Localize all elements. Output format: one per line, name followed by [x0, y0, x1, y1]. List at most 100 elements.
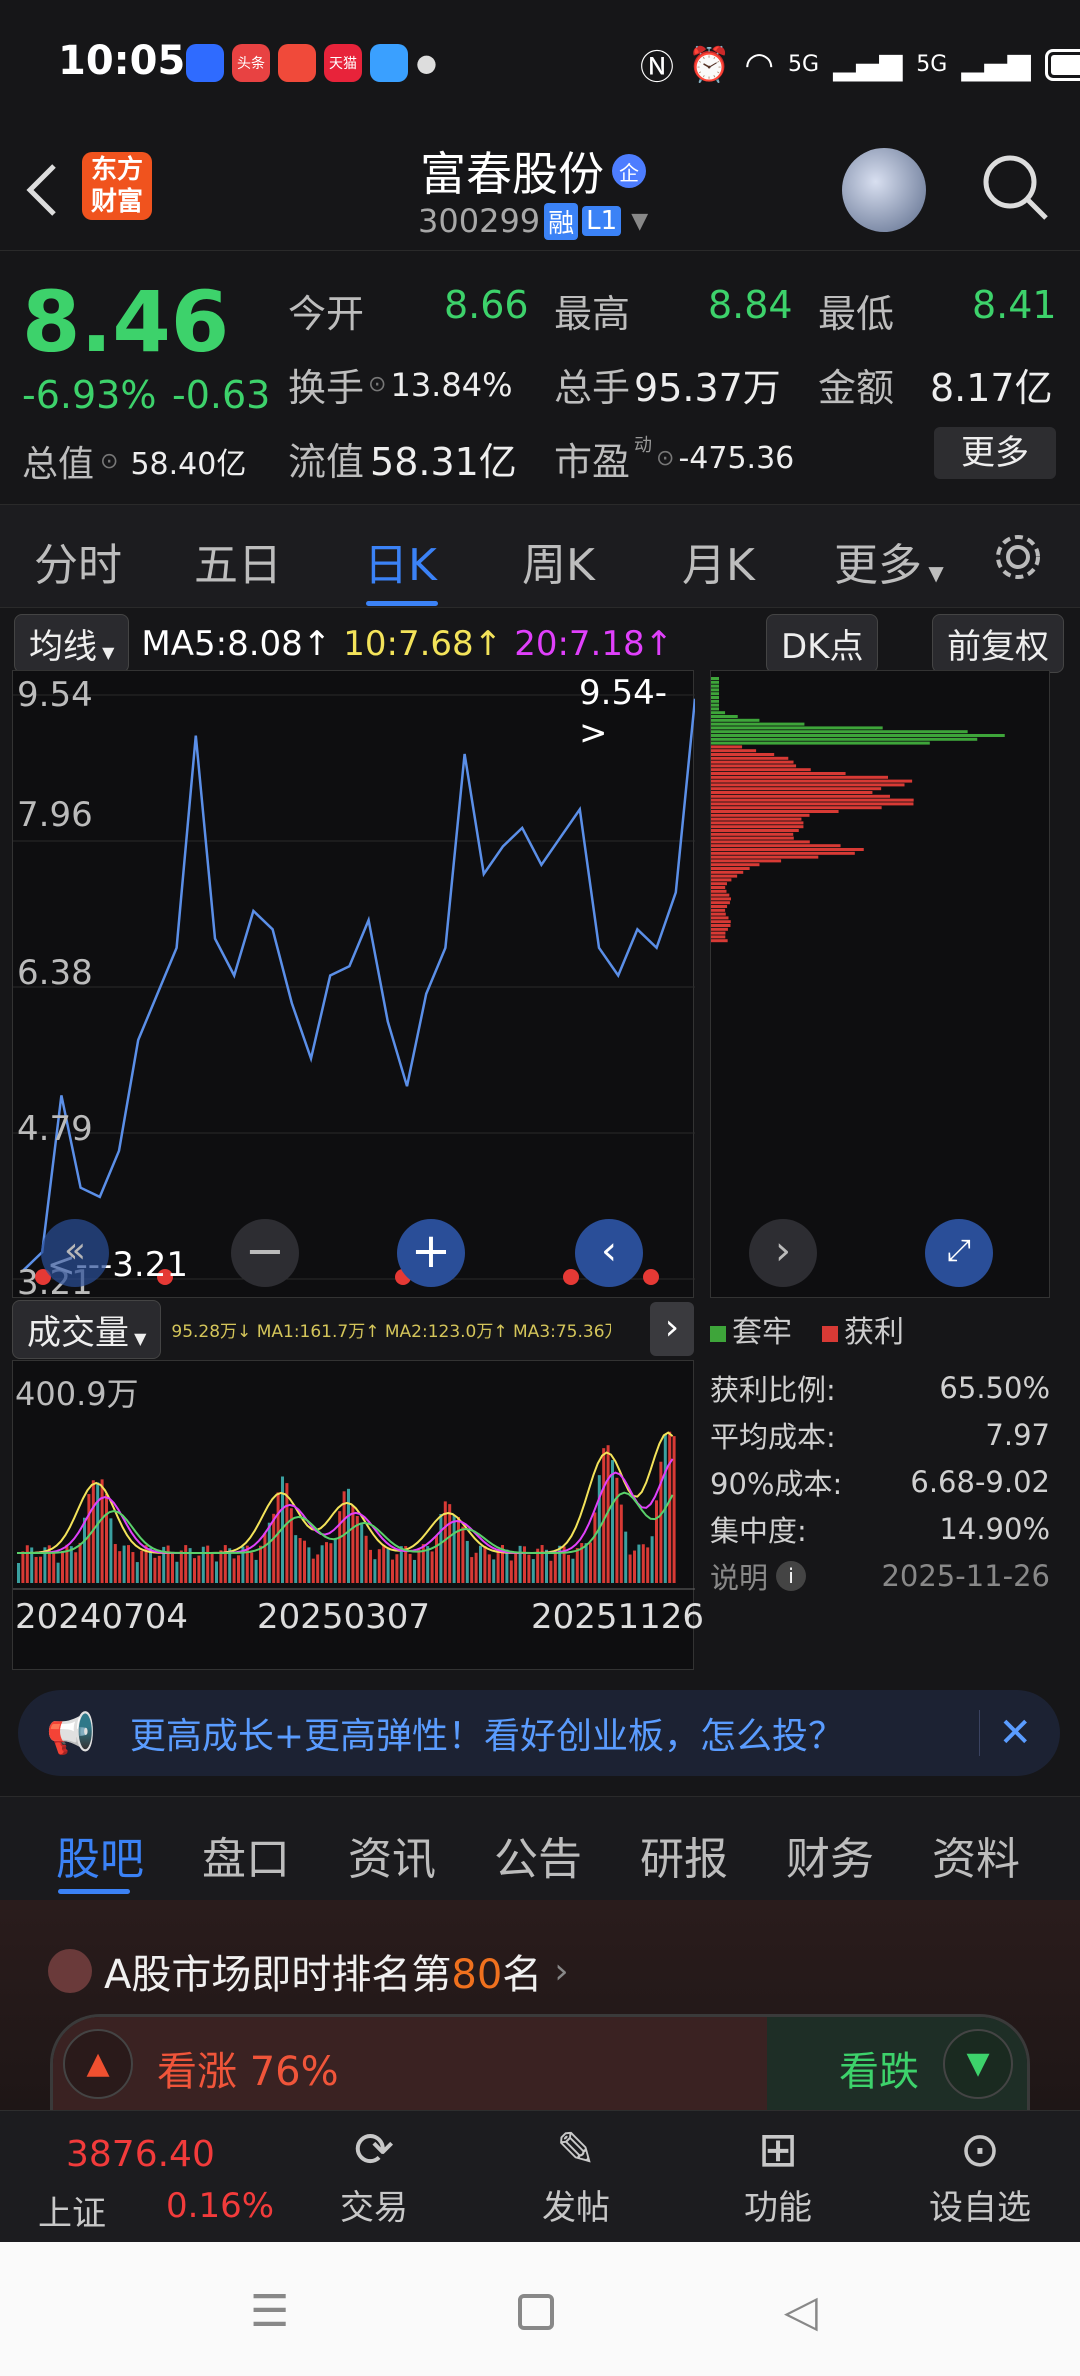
- nfc-icon: Ⓝ: [640, 48, 674, 88]
- nav-watchlist[interactable]: ⊙ 设自选: [900, 2120, 1060, 2229]
- pan-left-button[interactable]: ‹: [575, 1219, 643, 1287]
- promo-banner[interactable]: 📢 更高成长+更高弹性！看好创业板，怎么投？ ✕: [18, 1690, 1060, 1776]
- chip-bar-trapped: [711, 730, 968, 734]
- chip-bar-profit: [711, 939, 728, 943]
- volume-bar: [118, 1551, 122, 1583]
- settings-gear-icon[interactable]: [990, 529, 1046, 585]
- volume-bar: [140, 1550, 144, 1583]
- tab-research[interactable]: 研报: [640, 1823, 728, 1887]
- index-value[interactable]: 3876.40: [66, 2134, 215, 2175]
- info-dots-icon[interactable]: ⊙: [368, 372, 386, 397]
- chip-next-button[interactable]: ›: [749, 1219, 817, 1287]
- volume-toolbar: 成交量 ▼ 95.28万↓ MA1:161.7万↑ MA2:123.0万↑ MA…: [12, 1299, 694, 1359]
- tab-profile[interactable]: 资料: [932, 1823, 1020, 1887]
- volume-axis-top: 400.9万: [15, 1375, 139, 1413]
- volume-bar: [650, 1536, 654, 1583]
- chip-stat-row: 集中度: 14.90%: [710, 1505, 1050, 1552]
- volume-bar: [135, 1562, 139, 1583]
- chip-bar-trapped: [711, 677, 719, 680]
- vote-up-icon[interactable]: ▲: [63, 2029, 133, 2099]
- chip-bar-profit: [711, 897, 731, 901]
- chip-bar-profit: [711, 798, 914, 802]
- chip-bar-profit: [711, 905, 728, 908]
- volume-bar: [149, 1547, 152, 1583]
- tab-finance[interactable]: 财务: [786, 1823, 874, 1887]
- float-label: 流值: [288, 440, 365, 484]
- vote-down-icon[interactable]: ▼: [943, 2029, 1013, 2099]
- nav-trade[interactable]: ⟳ 交易: [294, 2120, 454, 2229]
- chip-note-label: 说明: [710, 1560, 769, 1595]
- info-dots-icon[interactable]: ⊙: [100, 449, 118, 474]
- volume-bar: [474, 1552, 478, 1583]
- nav-functions[interactable]: ⊞ 功能: [698, 2120, 858, 2229]
- stock-code: 300299: [418, 202, 541, 240]
- volume-bar: [325, 1542, 328, 1583]
- index-name[interactable]: 上证: [38, 2186, 106, 2235]
- megaphone-icon: 📢: [46, 1710, 96, 1757]
- back-nav-icon[interactable]: ◁: [784, 2286, 818, 2337]
- volume-ma-line: 95.28万↓ MA1:161.7万↑ MA2:123.0万↑ MA3:75.3…: [171, 1321, 611, 1342]
- volume-bar: [487, 1554, 491, 1583]
- dk-point-button[interactable]: DK点: [766, 614, 879, 673]
- tab-daily-k[interactable]: 日K: [364, 529, 437, 593]
- info-dots-icon[interactable]: ⊙: [656, 446, 674, 471]
- nav-watchlist-label: 设自选: [929, 2188, 1031, 2228]
- chip-bar-profit: [711, 848, 864, 851]
- chip-bar-profit: [711, 783, 905, 787]
- tab-announcements[interactable]: 公告: [494, 1823, 582, 1887]
- zoom-in-button[interactable]: +: [397, 1219, 465, 1287]
- tab-weekly-k[interactable]: 周K: [522, 529, 595, 593]
- stock-code-row[interactable]: 300299 融 L1 ▼: [418, 202, 648, 240]
- stock-name: 富春股份: [420, 147, 604, 201]
- volume-chart[interactable]: 400.9万 20240704 20250307 20251126: [12, 1360, 704, 1670]
- tab-order-book[interactable]: 盘口: [202, 1823, 290, 1887]
- ma10-label: 10:7.68↑: [343, 623, 503, 664]
- chevron-right-icon[interactable]: ›: [650, 1302, 694, 1356]
- tab-news[interactable]: 资讯: [348, 1823, 436, 1887]
- home-icon[interactable]: [518, 2294, 554, 2330]
- tab-monthly-k[interactable]: 月K: [682, 529, 755, 593]
- jump-start-button[interactable]: «: [41, 1219, 109, 1287]
- tab-more[interactable]: 更多 ▼: [834, 529, 944, 593]
- chip-bar-profit: [711, 817, 802, 821]
- volume-bar: [329, 1543, 333, 1583]
- more-button[interactable]: 更多: [934, 427, 1056, 479]
- volume-value: 95.37万: [634, 366, 781, 410]
- pe-label: 市盈: [554, 440, 631, 484]
- ma-select[interactable]: 均线 ▼: [14, 614, 130, 673]
- volume-bar: [215, 1561, 218, 1583]
- tab-forum[interactable]: 股吧: [56, 1823, 144, 1887]
- chip-bar-trapped: [711, 711, 726, 715]
- volume-bar: [646, 1547, 650, 1583]
- back-icon[interactable]: [22, 160, 62, 220]
- zoom-out-button[interactable]: −: [231, 1219, 299, 1287]
- volume-bar: [105, 1493, 108, 1583]
- robot-assistant-icon[interactable]: [842, 148, 926, 232]
- tab-indicator: [366, 601, 438, 606]
- tab-five-day[interactable]: 五日: [194, 529, 282, 593]
- tmall-icon: 天猫: [324, 44, 362, 82]
- price-chart[interactable]: 9.54 7.96 6.38 4.79 3.21 9.54-> <---3.21…: [12, 670, 697, 1303]
- volume-bar: [179, 1550, 183, 1583]
- volume-select[interactable]: 成交量 ▼: [12, 1299, 162, 1359]
- menu-icon[interactable]: ☰: [250, 2286, 289, 2337]
- event-marker: [643, 1269, 659, 1285]
- expand-icon[interactable]: ⤢: [925, 1219, 993, 1287]
- chip-note-row[interactable]: 说明 i 2025-11-26: [710, 1552, 1050, 1599]
- close-icon[interactable]: ✕: [979, 1710, 1032, 1756]
- period-tabs: 分时 五日 日K 周K 月K 更多 ▼: [0, 504, 1080, 608]
- adjust-button[interactable]: 前复权: [932, 614, 1064, 673]
- index-pct[interactable]: 0.16%: [166, 2186, 274, 2226]
- chip-bar-profit: [711, 794, 890, 798]
- nav-post[interactable]: ✎ 发帖: [496, 2120, 656, 2229]
- edit-icon: ✎: [555, 2122, 597, 2178]
- volume-bar: [351, 1505, 355, 1583]
- search-icon[interactable]: [980, 152, 1050, 222]
- tab-indicator: [58, 1889, 130, 1894]
- chip-bar-profit: [711, 825, 804, 829]
- rank-row[interactable]: A股市场即时排名第80名 ›: [48, 1942, 569, 2000]
- volume-bar: [514, 1553, 518, 1583]
- chip-distribution-svg: [711, 677, 1005, 943]
- broker-logo[interactable]: 东方财富: [82, 152, 152, 220]
- tab-intraday[interactable]: 分时: [34, 529, 122, 593]
